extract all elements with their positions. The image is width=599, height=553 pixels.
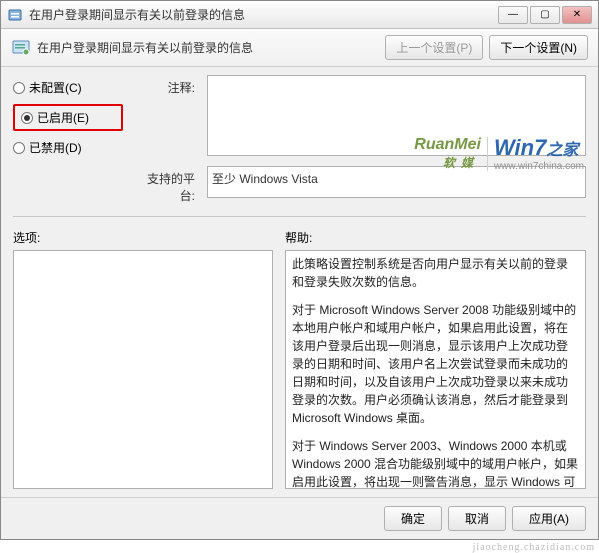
close-button[interactable]: ✕ [562, 6, 592, 24]
comment-label: 注释: [135, 75, 195, 156]
policy-icon [11, 38, 31, 58]
apply-button[interactable]: 应用(A) [512, 506, 586, 531]
footer-credit: jiaocheng.chazidian.com [473, 542, 595, 553]
radio-icon [21, 112, 33, 124]
radio-not-configured[interactable]: 未配置(C) [13, 79, 123, 96]
comment-field-wrap [207, 75, 586, 156]
help-header: 帮助: [285, 229, 586, 250]
prev-setting-button[interactable]: 上一个设置(P) [385, 35, 483, 60]
platform-value: 至少 Windows Vista [207, 166, 586, 198]
radio-disabled[interactable]: 已禁用(D) [13, 139, 123, 156]
config-row: 未配置(C) 已启用(E) 已禁用(D) 注释: [13, 75, 586, 156]
next-setting-button[interactable]: 下一个设置(N) [489, 35, 588, 60]
help-para: 此策略设置控制系统是否向用户显示有关以前的登录和登录失败次数的信息。 [292, 255, 579, 291]
radio-group: 未配置(C) 已启用(E) 已禁用(D) [13, 75, 123, 156]
radio-icon [13, 82, 25, 94]
highlight-box: 已启用(E) [13, 104, 123, 131]
radio-label: 已禁用(D) [29, 139, 82, 156]
window-title: 在用户登录期间显示有关以前登录的信息 [29, 6, 498, 23]
help-textbox[interactable]: 此策略设置控制系统是否向用户显示有关以前的登录和登录失败次数的信息。 对于 Mi… [285, 250, 586, 489]
comment-input[interactable] [208, 76, 585, 128]
policy-title: 在用户登录期间显示有关以前登录的信息 [37, 39, 379, 56]
app-icon [7, 7, 23, 23]
bottom-area: 选项: 帮助: 此策略设置控制系统是否向用户显示有关以前的登录和登录失败次数的信… [13, 229, 586, 489]
help-para: 对于 Windows Server 2003、Windows 2000 本机或 … [292, 437, 579, 489]
dialog-window: 在用户登录期间显示有关以前登录的信息 — ▢ ✕ 在用户登录期间显示有关以前登录… [0, 0, 599, 540]
window-controls: — ▢ ✕ [498, 6, 592, 24]
options-header: 选项: [13, 229, 273, 250]
options-column: 选项: [13, 229, 273, 489]
titlebar: 在用户登录期间显示有关以前登录的信息 — ▢ ✕ [1, 1, 598, 29]
help-column: 帮助: 此策略设置控制系统是否向用户显示有关以前的登录和登录失败次数的信息。 对… [285, 229, 586, 489]
button-row: 确定 取消 应用(A) [1, 497, 598, 539]
header-row: 在用户登录期间显示有关以前登录的信息 上一个设置(P) 下一个设置(N) [1, 29, 598, 67]
radio-icon [13, 142, 25, 154]
maximize-button[interactable]: ▢ [530, 6, 560, 24]
radio-label: 已启用(E) [37, 109, 89, 126]
minimize-button[interactable]: — [498, 6, 528, 24]
options-box [13, 250, 273, 489]
content-area: 未配置(C) 已启用(E) 已禁用(D) 注释: 支持 [1, 67, 598, 497]
cancel-button[interactable]: 取消 [448, 506, 506, 531]
separator [13, 216, 586, 217]
radio-label: 未配置(C) [29, 79, 82, 96]
radio-enabled[interactable]: 已启用(E) [21, 109, 115, 126]
ok-button[interactable]: 确定 [384, 506, 442, 531]
help-para: 对于 Microsoft Windows Server 2008 功能级别域中的… [292, 301, 579, 427]
platform-row: 支持的平台: 至少 Windows Vista [13, 166, 586, 204]
platform-label: 支持的平台: [135, 166, 195, 204]
